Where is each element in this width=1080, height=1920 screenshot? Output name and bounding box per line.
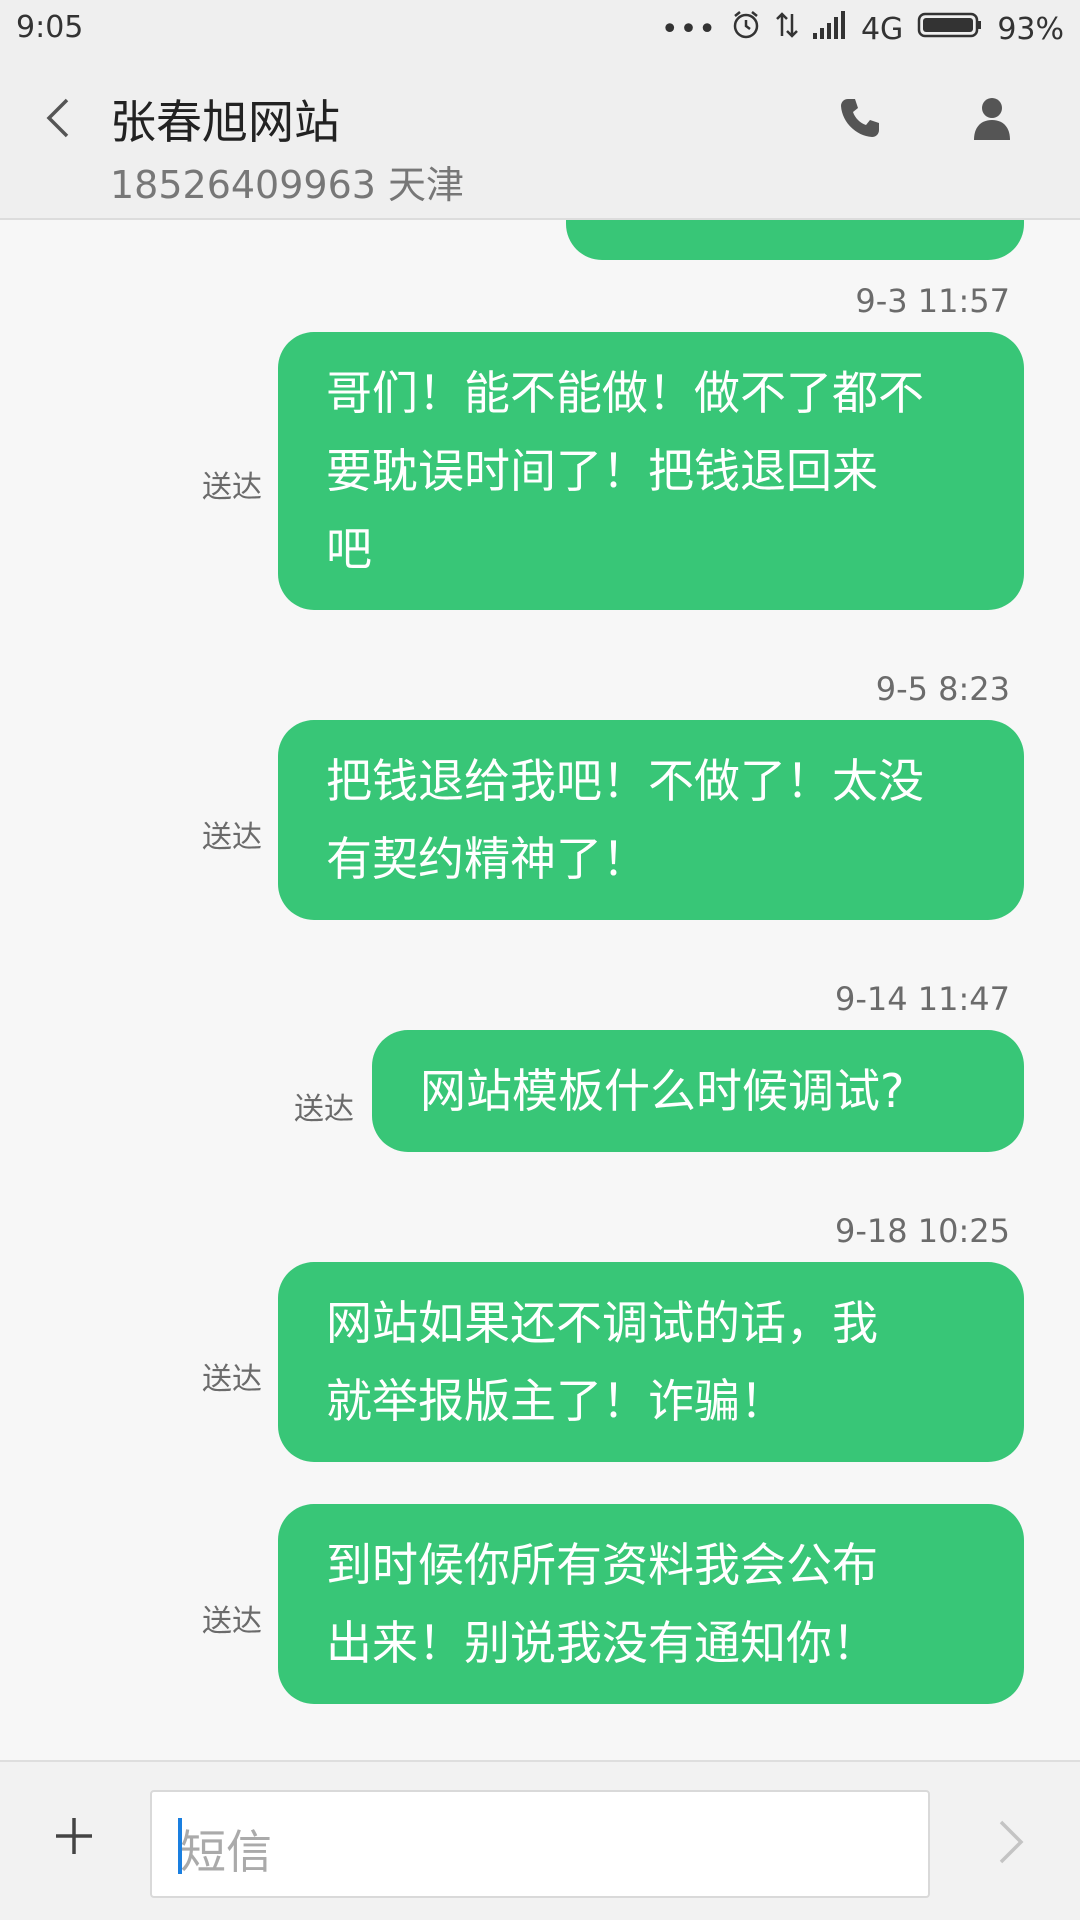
status-icons: ••• 4G 93%	[661, 10, 1064, 48]
data-arrows-icon	[775, 10, 799, 48]
message-line: 出来！别说我没有通知你！	[326, 1616, 878, 1670]
message-timestamp: 9-14 11:47	[834, 980, 1010, 1018]
message-bubble[interactable]: 把钱退给我吧！不做了！太没 有契约精神了！	[278, 720, 1024, 920]
send-button[interactable]	[986, 1812, 1036, 1872]
contact-name: 张春旭网站	[110, 95, 340, 149]
previous-message-bubble[interactable]	[566, 220, 1024, 260]
message-line: 就举报版主了！诈骗！	[326, 1374, 786, 1428]
conversation-header: 张春旭网站 18526409963 天津	[0, 56, 1080, 220]
message-bubble[interactable]: 网站模板什么时候调试?	[372, 1030, 1024, 1152]
text-caret	[178, 1818, 182, 1874]
call-button[interactable]	[830, 88, 890, 148]
alarm-icon	[731, 10, 761, 48]
battery-percent: 93%	[997, 11, 1064, 47]
back-button[interactable]	[28, 88, 88, 148]
contact-detail: 18526409963 天津	[110, 163, 465, 207]
message-bubble[interactable]: 到时候你所有资料我会公布 出来！别说我没有通知你！	[278, 1504, 1024, 1704]
plus-icon	[56, 1818, 92, 1854]
message-timestamp: 9-3 11:57	[855, 282, 1010, 320]
contact-profile-button[interactable]	[962, 88, 1022, 148]
message-line: 网站模板什么时候调试?	[420, 1064, 905, 1118]
message-input[interactable]: 短信	[150, 1790, 930, 1898]
back-chevron-icon	[46, 98, 69, 138]
message-line: 要耽误时间了！把钱退回来	[326, 444, 878, 498]
phone-icon	[841, 99, 879, 137]
more-dots-icon: •••	[660, 11, 717, 47]
message-line: 到时候你所有资料我会公布	[326, 1538, 878, 1592]
message-list[interactable]: 9-3 11:57 哥们！能不能做！做不了都不 要耽误时间了！把钱退回来 吧 送…	[0, 220, 1080, 1760]
status-bar: 9:05 ••• 4G 93%	[0, 0, 1080, 56]
delivery-status: 送达	[202, 820, 262, 855]
message-bubble[interactable]: 网站如果还不调试的话，我 就举报版主了！诈骗！	[278, 1262, 1024, 1462]
battery-icon	[917, 11, 983, 47]
message-timestamp: 9-18 10:25	[834, 1212, 1010, 1250]
person-icon	[974, 98, 1010, 140]
composer-bar: 短信	[0, 1760, 1080, 1920]
network-type: 4G	[860, 11, 904, 47]
signal-icon	[812, 11, 847, 47]
status-time: 9:05	[16, 10, 84, 45]
delivery-status: 送达	[202, 470, 262, 505]
delivery-status: 送达	[202, 1362, 262, 1397]
delivery-status: 送达	[294, 1092, 354, 1127]
message-line: 哥们！能不能做！做不了都不	[326, 366, 924, 420]
message-bubble[interactable]: 哥们！能不能做！做不了都不 要耽误时间了！把钱退回来 吧	[278, 332, 1024, 610]
send-chevron-icon	[999, 1820, 1024, 1864]
add-attachment-button[interactable]	[44, 1806, 104, 1866]
message-line: 把钱退给我吧！不做了！太没	[326, 754, 924, 808]
message-timestamp: 9-5 8:23	[875, 670, 1010, 708]
delivery-status: 送达	[202, 1604, 262, 1639]
message-input-placeholder: 短信	[180, 1825, 272, 1879]
message-line: 有契约精神了！	[326, 832, 648, 886]
message-line: 网站如果还不调试的话，我	[326, 1296, 878, 1350]
message-line: 吧	[326, 522, 372, 576]
